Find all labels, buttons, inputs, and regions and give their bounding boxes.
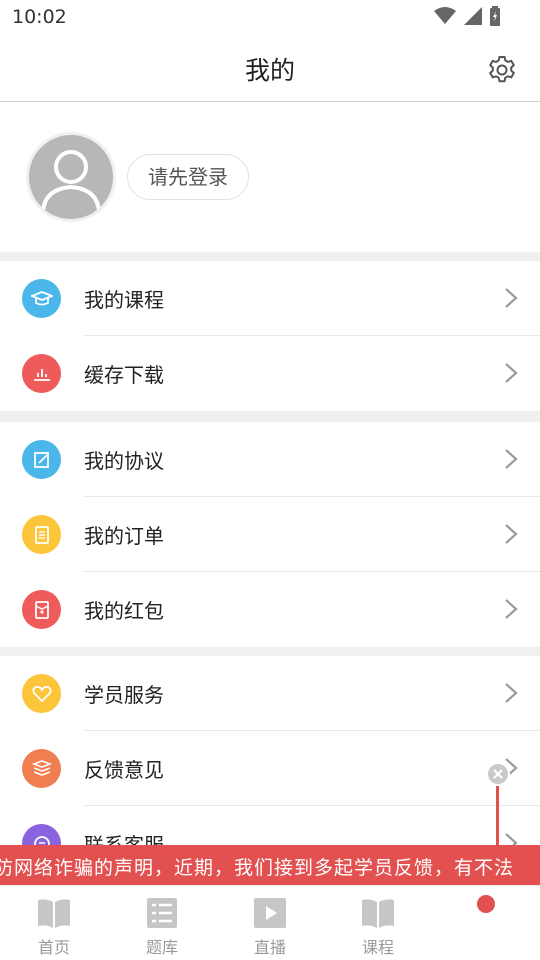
graduation-cap-icon	[22, 279, 61, 318]
tab-home[interactable]: 首页	[0, 886, 108, 960]
play-icon	[254, 898, 286, 928]
menu-label: 我的红包	[84, 599, 164, 623]
menu-label: 反馈意见	[84, 758, 164, 782]
red-packet-icon	[22, 590, 61, 629]
notice-text: 防网络诈骗的声明，近期，我们接到多起学员反馈，有不法	[0, 857, 515, 879]
chevron-right-icon	[505, 524, 518, 544]
menu-item-student-service[interactable]: 学员服务	[0, 656, 540, 731]
settings-gear-icon[interactable]	[486, 54, 518, 86]
menu-item-my-courses[interactable]: 我的课程	[0, 261, 540, 336]
menu-label: 我的订单	[84, 524, 164, 548]
page-title: 我的	[244, 56, 295, 85]
chevron-right-icon	[505, 363, 518, 383]
tab-live[interactable]: 直播	[216, 886, 324, 960]
book-icon	[38, 899, 70, 928]
section-gap	[0, 252, 540, 261]
tab-label: 题库	[145, 938, 178, 957]
title-bar: 我的	[0, 36, 540, 102]
menu-label: 我的课程	[84, 288, 164, 312]
menu-item-feedback[interactable]: 反馈意见	[0, 731, 540, 806]
status-time: 10:02	[12, 6, 67, 28]
section-gap	[0, 411, 540, 422]
battery-icon	[490, 6, 500, 26]
login-button[interactable]: 请先登录	[127, 154, 249, 200]
menu-item-my-red-packet[interactable]: 我的红包	[0, 572, 540, 647]
menu-item-cache-download[interactable]: 缓存下载	[0, 336, 540, 411]
close-banner-button[interactable]	[486, 762, 510, 786]
close-icon	[493, 769, 503, 779]
menu-item-my-agreement[interactable]: 我的协议	[0, 422, 540, 497]
download-chart-icon	[22, 354, 61, 393]
tab-label: 首页	[37, 938, 70, 957]
chevron-right-icon	[505, 683, 518, 703]
tab-course[interactable]: 课程	[324, 886, 432, 960]
chevron-right-icon	[505, 599, 518, 619]
heart-icon	[22, 674, 61, 713]
status-bar: 10:02	[0, 0, 540, 36]
menu-label: 我的协议	[84, 449, 164, 473]
menu-item-my-orders[interactable]: 我的订单	[0, 497, 540, 572]
chevron-right-icon	[505, 288, 518, 308]
order-list-icon	[22, 515, 61, 554]
edit-document-icon	[22, 440, 61, 479]
menu-label: 缓存下载	[84, 363, 164, 387]
tab-label: 直播	[253, 938, 286, 957]
menu-label: 学员服务	[84, 683, 164, 707]
banner-connector-line	[496, 786, 499, 846]
chevron-right-icon	[505, 449, 518, 469]
list-icon	[147, 898, 177, 928]
section-gap	[0, 647, 540, 656]
user-avatar-icon	[41, 150, 101, 212]
notice-banner[interactable]: 防网络诈骗的声明，近期，我们接到多起学员反馈，有不法	[0, 845, 540, 885]
profile-section: 请先登录	[0, 102, 540, 252]
stack-icon	[22, 749, 61, 788]
tab-label: 课程	[361, 938, 394, 957]
notification-dot	[477, 895, 495, 913]
wifi-icon	[434, 7, 456, 24]
status-icons	[434, 6, 500, 26]
signal-icon	[464, 7, 482, 25]
bottom-tab-bar: 首页 题库 直播 课程	[0, 885, 540, 960]
tab-question-bank[interactable]: 题库	[108, 886, 216, 960]
book-icon	[362, 899, 394, 928]
avatar[interactable]	[26, 132, 116, 222]
